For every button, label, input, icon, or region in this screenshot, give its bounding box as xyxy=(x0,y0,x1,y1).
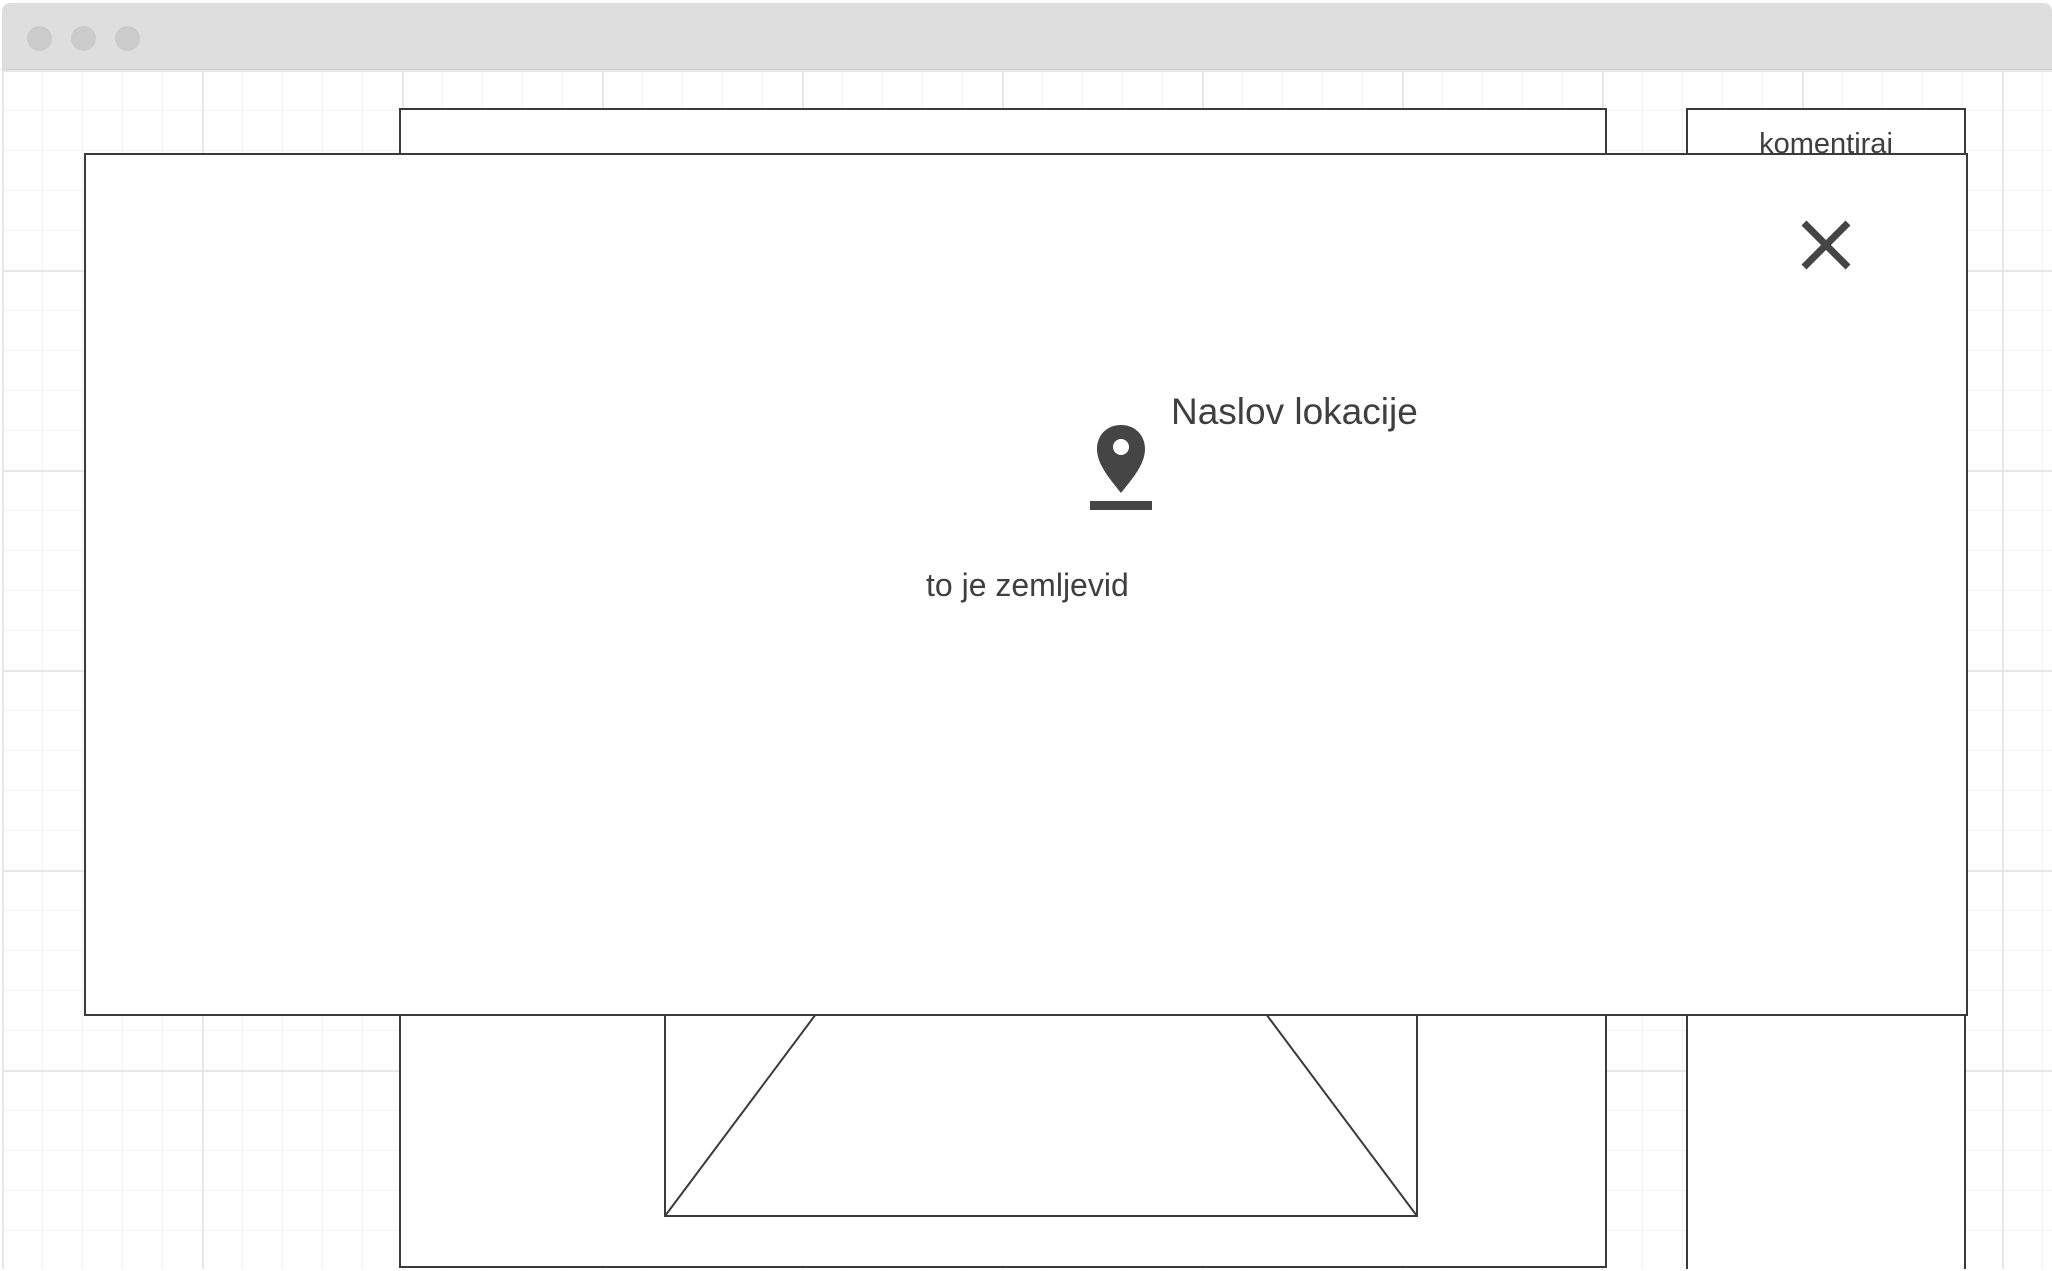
browser-window: komentiraj Naslov lokacije to je zemljev… xyxy=(2,3,2052,1269)
window-close-dot[interactable] xyxy=(27,26,52,51)
window-maximize-dot[interactable] xyxy=(115,26,140,51)
close-icon[interactable] xyxy=(1786,205,1866,285)
location-pin-icon xyxy=(1090,425,1152,510)
location-title: Naslov lokacije xyxy=(1171,391,1418,432)
window-titlebar xyxy=(2,3,2052,70)
map-placeholder-text: to je zemljevid xyxy=(926,567,1129,603)
window-minimize-dot[interactable] xyxy=(71,26,96,51)
location-modal: Naslov lokacije to je zemljevid xyxy=(84,153,1968,1016)
